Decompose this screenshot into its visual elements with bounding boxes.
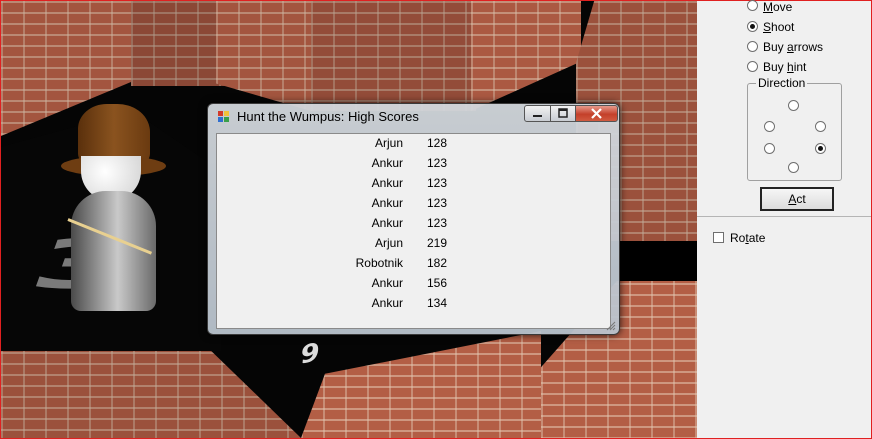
player-score: 123 bbox=[427, 196, 448, 210]
dialog-titlebar[interactable]: Hunt the Wumpus: High Scores bbox=[208, 104, 619, 130]
hunter-figure bbox=[56, 96, 186, 336]
buy-arrows-radio[interactable] bbox=[747, 41, 758, 52]
player-score: 123 bbox=[427, 156, 448, 170]
app-icon bbox=[218, 111, 229, 122]
brick-wall bbox=[131, 1, 226, 86]
score-row: Robotnik 182 bbox=[217, 254, 612, 274]
score-row: Ankur 123 bbox=[217, 174, 612, 194]
player-name: Ankur bbox=[371, 276, 403, 290]
control-panel: Move Shoot Buy arrows Buy hint Direction… bbox=[697, 0, 871, 438]
brick-wall bbox=[301, 331, 541, 438]
resize-grip-icon[interactable] bbox=[605, 320, 616, 331]
player-score: 123 bbox=[427, 176, 448, 190]
buy-hint-radio[interactable] bbox=[747, 61, 758, 72]
buy-hint-label[interactable]: Buy hint bbox=[763, 60, 806, 74]
brick-wall bbox=[216, 1, 311, 111]
act-button[interactable]: Act bbox=[760, 187, 834, 211]
player-score: 128 bbox=[427, 136, 448, 150]
direction-upper-left-radio[interactable] bbox=[764, 121, 775, 132]
brick-wall bbox=[1, 341, 301, 438]
shoot-label[interactable]: Shoot bbox=[763, 20, 794, 34]
direction-lower-right-radio[interactable] bbox=[815, 143, 826, 154]
maximize-button[interactable] bbox=[550, 105, 576, 122]
score-row: Ankur 156 bbox=[217, 274, 612, 294]
player-score: 134 bbox=[427, 296, 448, 310]
score-row: Ankur 123 bbox=[217, 154, 612, 174]
player-name: Arjun bbox=[374, 136, 403, 150]
score-row: Arjun 219 bbox=[217, 234, 612, 254]
brick-wall bbox=[471, 1, 581, 111]
move-radio[interactable] bbox=[747, 0, 758, 11]
high-scores-dialog: Hunt the Wumpus: High Scores Arjun 128 A… bbox=[207, 103, 620, 335]
brick-wall bbox=[311, 1, 476, 111]
direction-upper-right-radio[interactable] bbox=[815, 121, 826, 132]
maximize-icon bbox=[558, 108, 568, 118]
buy-arrows-label[interactable]: Buy arrows bbox=[763, 40, 823, 54]
player-name: Ankur bbox=[371, 296, 403, 310]
player-name: Ankur bbox=[371, 196, 403, 210]
player-name: Ankur bbox=[371, 156, 403, 170]
player-name: Ankur bbox=[371, 216, 403, 230]
direction-group: Direction bbox=[747, 76, 842, 181]
player-score: 182 bbox=[427, 256, 448, 270]
player-name: Robotnik bbox=[355, 256, 403, 270]
dialog-title: Hunt the Wumpus: High Scores bbox=[237, 109, 419, 124]
direction-down-radio[interactable] bbox=[788, 162, 799, 173]
score-row: Ankur 123 bbox=[217, 194, 612, 214]
rotate-label[interactable]: Rotate bbox=[730, 231, 765, 245]
score-row: Ankur 134 bbox=[217, 294, 612, 314]
scores-list: Arjun 128 Ankur 123 Ankur 123 Ankur 123 … bbox=[216, 133, 611, 329]
player-score: 123 bbox=[427, 216, 448, 230]
minimize-button[interactable] bbox=[524, 105, 551, 122]
close-button[interactable] bbox=[575, 105, 618, 122]
score-row: Arjun 128 bbox=[217, 134, 612, 154]
score-row: Ankur 123 bbox=[217, 214, 612, 234]
panel-separator bbox=[697, 216, 871, 217]
direction-lower-left-radio[interactable] bbox=[764, 143, 775, 154]
room-number-small: 9 bbox=[299, 337, 322, 371]
player-name: Arjun bbox=[374, 236, 403, 250]
rotate-checkbox[interactable] bbox=[713, 232, 724, 243]
player-score: 156 bbox=[427, 276, 448, 290]
player-name: Ankur bbox=[371, 176, 403, 190]
player-score: 219 bbox=[427, 236, 448, 250]
move-label[interactable]: Move bbox=[763, 0, 792, 14]
direction-label: Direction bbox=[756, 76, 808, 90]
direction-up-radio[interactable] bbox=[788, 100, 799, 111]
close-icon bbox=[591, 108, 602, 119]
minimize-icon bbox=[533, 115, 542, 117]
shoot-radio[interactable] bbox=[747, 21, 758, 32]
